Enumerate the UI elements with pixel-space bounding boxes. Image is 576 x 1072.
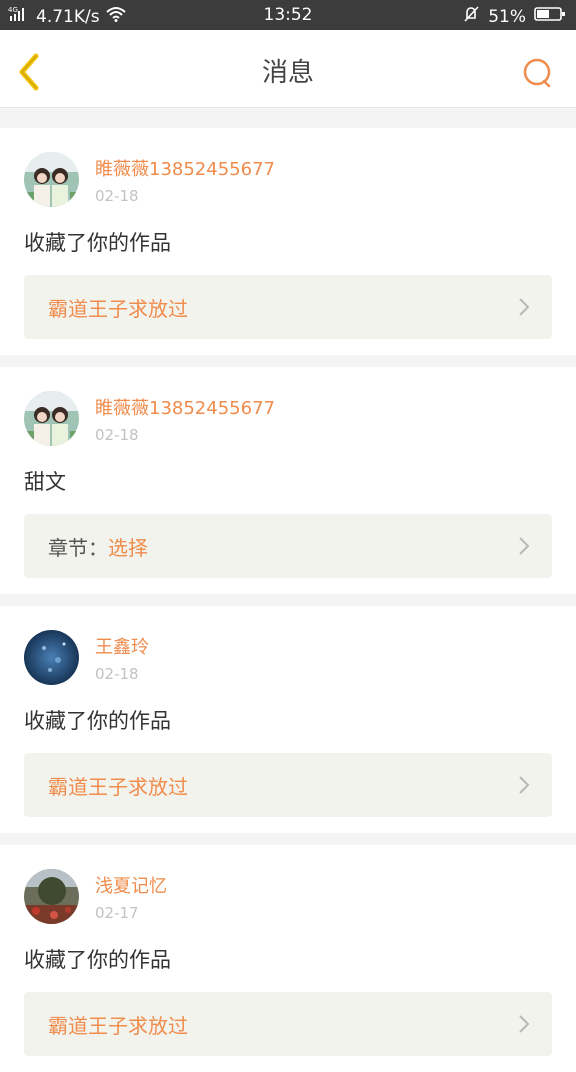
page-title: 消息: [261, 58, 314, 88]
work-title: 霸道王子求放过: [48, 774, 188, 799]
battery-percent: 51%: [488, 6, 526, 27]
work-link[interactable]: 霸道王子求放过: [24, 753, 552, 817]
user-name[interactable]: 睢薇薇13852455677: [95, 394, 275, 420]
message-card: 浅夏记忆 02-17 收藏了你的作品 霸道王子求放过: [0, 845, 576, 1072]
chevron-right-icon: [519, 298, 530, 316]
work-link[interactable]: 霸道王子求放过: [24, 275, 552, 339]
message-date: 02-18: [95, 664, 139, 683]
battery-icon: [534, 6, 566, 27]
work-title: 霸道王子求放过: [48, 1013, 188, 1038]
user-name[interactable]: 王鑫玲: [95, 633, 149, 659]
bell-muted-icon: [462, 5, 480, 28]
message-meta: 睢薇薇13852455677 02-18: [95, 155, 275, 205]
status-right: 51%: [462, 5, 566, 28]
chapter-label: 章节：: [48, 535, 108, 560]
message-meta: 睢薇薇13852455677 02-18: [95, 394, 275, 444]
message-text: 收藏了你的作品: [24, 231, 171, 255]
avatar[interactable]: [24, 152, 79, 207]
chapter-value: 选择: [108, 535, 148, 560]
chevron-right-icon: [519, 537, 530, 555]
chevron-right-icon: [519, 776, 530, 794]
user-name[interactable]: 浅夏记忆: [95, 872, 167, 898]
message-date: 02-18: [95, 425, 139, 444]
top-bar: 消息: [0, 30, 576, 108]
status-bar: 4G 4.71K/s 13:52 51%: [0, 0, 576, 30]
user-name[interactable]: 睢薇薇13852455677: [95, 155, 275, 181]
message-date: 02-18: [95, 186, 139, 205]
message-text: 甜文: [24, 470, 66, 494]
search-icon: [523, 58, 551, 88]
message-header: 王鑫玲 02-18: [24, 630, 552, 685]
work-link[interactable]: 霸道王子求放过: [24, 992, 552, 1056]
message-list: 睢薇薇13852455677 02-18 收藏了你的作品 霸道王子求放过 睢薇薇…: [0, 116, 576, 1072]
message-meta: 浅夏记忆 02-17: [95, 872, 167, 922]
message-date: 02-17: [95, 903, 139, 922]
message-card: 睢薇薇13852455677 02-18 收藏了你的作品 霸道王子求放过: [0, 128, 576, 355]
search-button[interactable]: [522, 57, 554, 89]
avatar[interactable]: [24, 391, 79, 446]
avatar[interactable]: [24, 869, 79, 924]
message-header: 睢薇薇13852455677 02-18: [24, 391, 552, 446]
message-meta: 王鑫玲 02-18: [95, 633, 149, 683]
chapter-link[interactable]: 章节： 选择: [24, 514, 552, 578]
chevron-right-icon: [519, 1015, 530, 1033]
message-header: 睢薇薇13852455677 02-18: [24, 152, 552, 207]
message-header: 浅夏记忆 02-17: [24, 869, 552, 924]
message-card: 王鑫玲 02-18 收藏了你的作品 霸道王子求放过: [0, 606, 576, 833]
avatar[interactable]: [24, 630, 79, 685]
work-title: 霸道王子求放过: [48, 296, 188, 321]
message-text: 收藏了你的作品: [24, 948, 171, 972]
message-text: 收藏了你的作品: [24, 709, 171, 733]
message-card: 睢薇薇13852455677 02-18 甜文 章节： 选择: [0, 367, 576, 594]
